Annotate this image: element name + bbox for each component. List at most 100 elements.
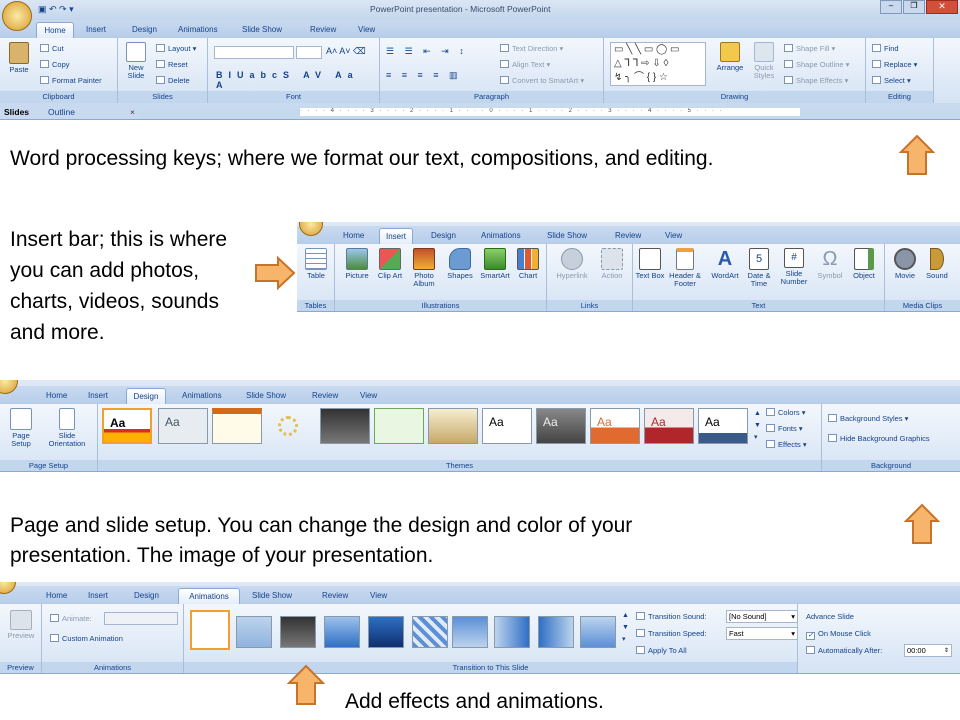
- list-buttons[interactable]: ☰ ☰ ⇤ ⇥ ↕: [386, 46, 468, 57]
- theme-thumbnail[interactable]: Aa: [698, 408, 748, 444]
- tab-slide-show-4[interactable]: Slide Show: [246, 588, 298, 604]
- theme-thumbnail[interactable]: Aa: [590, 408, 640, 444]
- tab-review-2[interactable]: Review: [609, 228, 647, 244]
- automatically-after-checkbox[interactable]: Automatically After:: [806, 646, 882, 655]
- picture-button[interactable]: Picture: [339, 248, 375, 280]
- theme-thumbnail[interactable]: Aa: [644, 408, 694, 444]
- tab-insert-3[interactable]: Insert: [82, 388, 114, 404]
- tab-design-3[interactable]: Design: [126, 388, 166, 404]
- text-direction-button[interactable]: Text Direction ▾: [500, 44, 563, 53]
- close-window-button[interactable]: ✕: [926, 0, 958, 14]
- tab-view-3[interactable]: View: [354, 388, 383, 404]
- hide-background-checkbox[interactable]: Hide Background Graphics: [828, 434, 930, 443]
- shapes-gallery[interactable]: ▭ ╲ ╲ ▭ ◯ ▭ △ ⅂ ⅂ ⇨ ⇩ ◊ ↯ ╮ ⌒ { } ☆: [610, 42, 706, 86]
- pane-tab-slides[interactable]: Slides: [4, 107, 29, 117]
- tab-animations-3[interactable]: Animations: [176, 388, 228, 404]
- minimize-button[interactable]: –: [880, 0, 902, 14]
- tab-design[interactable]: Design: [126, 22, 163, 38]
- reset-button[interactable]: Reset: [156, 60, 188, 69]
- transition-thumbnail[interactable]: [538, 616, 574, 648]
- time-input[interactable]: 00:00 ⇕: [904, 644, 952, 657]
- layout-button[interactable]: Layout ▾: [156, 44, 196, 53]
- symbol-button[interactable]: Ω Symbol: [813, 248, 847, 280]
- chart-button[interactable]: Chart: [513, 248, 543, 280]
- hyperlink-button[interactable]: Hyperlink: [551, 248, 593, 280]
- pane-tab-outline[interactable]: Outline: [48, 107, 75, 117]
- transition-thumbnail[interactable]: [280, 616, 316, 648]
- theme-thumbnail[interactable]: Aa: [482, 408, 532, 444]
- sound-button[interactable]: Sound: [921, 248, 953, 280]
- slide-number-button[interactable]: # Slide Number: [775, 248, 813, 286]
- transition-thumbnail-none[interactable]: [190, 610, 230, 650]
- tab-review-3[interactable]: Review: [306, 388, 344, 404]
- format-painter-button[interactable]: Format Painter: [40, 76, 102, 85]
- slide-orientation-button[interactable]: Slide Orientation: [40, 408, 94, 448]
- transition-thumbnail[interactable]: [368, 616, 404, 648]
- shape-fill-button[interactable]: Shape Fill ▾: [784, 44, 835, 53]
- tab-design-2[interactable]: Design: [425, 228, 462, 244]
- shape-effects-button[interactable]: Shape Effects ▾: [784, 76, 848, 85]
- transition-thumbnail[interactable]: [580, 616, 616, 648]
- theme-thumbnail[interactable]: Aa: [158, 408, 208, 444]
- tab-insert-2[interactable]: Insert: [379, 228, 413, 244]
- object-button[interactable]: Object: [847, 248, 881, 280]
- copy-button[interactable]: Copy: [40, 60, 70, 69]
- theme-thumbnail[interactable]: Aa: [102, 408, 152, 444]
- date-time-button[interactable]: 5 Date & Time: [743, 248, 775, 288]
- colors-button[interactable]: Colors ▾: [766, 408, 806, 417]
- align-text-button[interactable]: Align Text ▾: [500, 60, 550, 69]
- arrange-button[interactable]: Arrange: [712, 42, 748, 72]
- restore-button[interactable]: ❐: [903, 0, 925, 14]
- theme-thumbnail[interactable]: [428, 408, 478, 444]
- theme-thumbnail[interactable]: [320, 408, 370, 444]
- text-box-button[interactable]: Text Box: [635, 248, 665, 280]
- delete-button[interactable]: Delete: [156, 76, 190, 85]
- grow-shrink-font-buttons[interactable]: A˄ A˅ ⌫: [326, 46, 366, 57]
- preview-button[interactable]: Preview: [2, 610, 40, 640]
- tab-home[interactable]: Home: [36, 22, 74, 38]
- tab-animations[interactable]: Animations: [172, 22, 224, 38]
- shapes-button[interactable]: Shapes: [443, 248, 477, 280]
- new-slide-button[interactable]: New Slide: [120, 42, 152, 80]
- fonts-button[interactable]: Fonts ▾: [766, 424, 803, 433]
- tab-review[interactable]: Review: [304, 22, 342, 38]
- align-buttons[interactable]: ≡ ≡ ≡ ≡ ▥: [386, 70, 462, 81]
- clip-art-button[interactable]: Clip Art: [377, 248, 403, 280]
- tab-view[interactable]: View: [352, 22, 381, 38]
- theme-thumbnail[interactable]: [374, 408, 424, 444]
- tab-insert-4[interactable]: Insert: [82, 588, 114, 604]
- tab-insert[interactable]: Insert: [80, 22, 112, 38]
- transition-thumbnail[interactable]: [452, 616, 488, 648]
- tab-slide-show[interactable]: Slide Show: [236, 22, 288, 38]
- movie-button[interactable]: Movie: [889, 248, 921, 280]
- close-pane-icon[interactable]: ×: [130, 107, 135, 117]
- font-name-box[interactable]: [214, 46, 294, 59]
- tab-animations-4[interactable]: Animations: [178, 588, 240, 604]
- header-footer-button[interactable]: Header & Footer: [665, 248, 705, 288]
- select-button[interactable]: Select ▾: [872, 76, 911, 85]
- font-size-box[interactable]: [296, 46, 322, 59]
- on-mouse-click-checkbox[interactable]: ✓ On Mouse Click: [806, 629, 871, 640]
- effects-button[interactable]: Effects ▾: [766, 440, 807, 449]
- apply-to-all-button[interactable]: Apply To All: [636, 646, 687, 655]
- quick-access-toolbar[interactable]: ▣ ↶ ↷ ▾: [38, 4, 108, 16]
- page-setup-button[interactable]: Page Setup: [4, 408, 38, 448]
- animate-dropdown[interactable]: [104, 612, 178, 625]
- tab-home-2[interactable]: Home: [337, 228, 370, 244]
- photo-album-button[interactable]: Photo Album: [407, 248, 441, 288]
- themes-scroll[interactable]: ▲ ▼ ▾: [754, 408, 764, 446]
- find-button[interactable]: Find: [872, 44, 899, 53]
- table-button[interactable]: Table: [299, 248, 333, 280]
- tab-design-4[interactable]: Design: [128, 588, 165, 604]
- office-button[interactable]: [2, 1, 32, 31]
- transitions-scroll[interactable]: ▲ ▼ ▾: [622, 610, 632, 646]
- transition-thumbnail[interactable]: [412, 616, 448, 648]
- action-button[interactable]: Action: [595, 248, 629, 280]
- tab-animations-2[interactable]: Animations: [475, 228, 527, 244]
- smartart-button[interactable]: SmartArt: [477, 248, 513, 280]
- tab-view-2[interactable]: View: [659, 228, 688, 244]
- transition-thumbnail[interactable]: [324, 616, 360, 648]
- font-format-buttons[interactable]: BIUabcS AV Aa A: [216, 70, 379, 90]
- paste-button[interactable]: Paste: [4, 42, 34, 74]
- tab-slide-show-3[interactable]: Slide Show: [240, 388, 292, 404]
